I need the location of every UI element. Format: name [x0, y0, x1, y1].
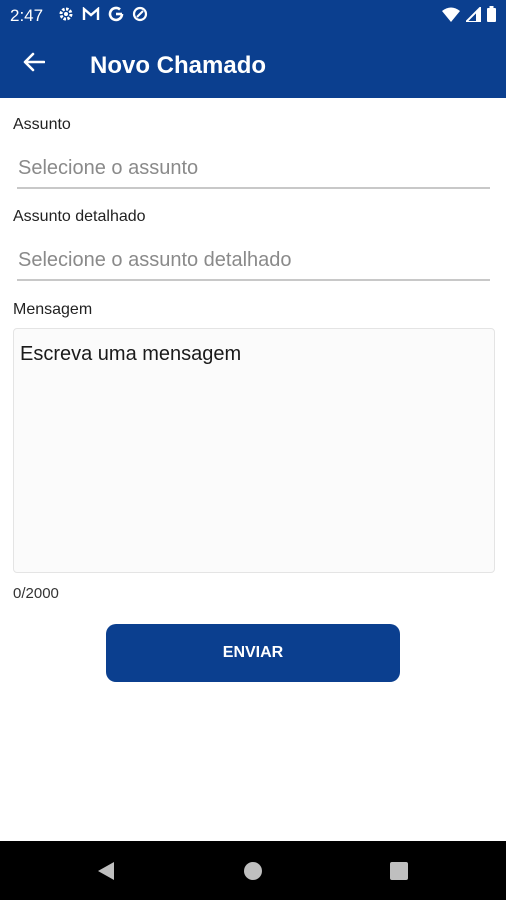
- send-button-label: ENVIAR: [222, 644, 284, 661]
- status-icons-left: [58, 6, 148, 22]
- detailed-subject-select[interactable]: Selecione o assunto detalhado: [17, 241, 490, 281]
- message-label: Mensagem: [13, 301, 93, 318]
- app-bar: 2:47 Novo Chamado: [0, 0, 506, 98]
- google-icon: [108, 6, 124, 22]
- page-title: Novo Chamado: [90, 52, 267, 79]
- home-circle-icon[interactable]: [244, 862, 262, 880]
- battery-icon: [487, 6, 496, 22]
- status-time: 2:47: [10, 6, 44, 25]
- gmail-icon: [82, 7, 100, 21]
- recents-square-icon[interactable]: [390, 862, 408, 880]
- subject-placeholder: Selecione o assunto: [18, 156, 199, 179]
- char-counter: 0/2000: [13, 585, 59, 602]
- gear-icon: [58, 6, 74, 22]
- subject-label: Assunto: [13, 116, 71, 133]
- wifi-icon: [442, 7, 460, 22]
- subject-select[interactable]: Selecione o assunto: [17, 149, 490, 189]
- detailed-subject-placeholder: Selecione o assunto detalhado: [18, 248, 292, 271]
- system-nav-bar: [0, 841, 506, 900]
- message-textarea[interactable]: Escreva uma mensagem: [13, 328, 495, 573]
- data-saver-icon: [132, 6, 148, 22]
- signal-icon: [466, 6, 481, 22]
- status-bar: 2:47: [0, 0, 506, 32]
- arrow-left-icon: [23, 52, 46, 77]
- back-triangle-icon[interactable]: [96, 861, 116, 881]
- send-button[interactable]: ENVIAR: [106, 624, 400, 682]
- detailed-subject-label: Assunto detalhado: [13, 208, 146, 225]
- message-placeholder: Escreva uma mensagem: [20, 343, 242, 365]
- status-icons-right: [442, 6, 496, 22]
- toolbar: Novo Chamado: [0, 40, 506, 92]
- back-button[interactable]: [14, 44, 54, 84]
